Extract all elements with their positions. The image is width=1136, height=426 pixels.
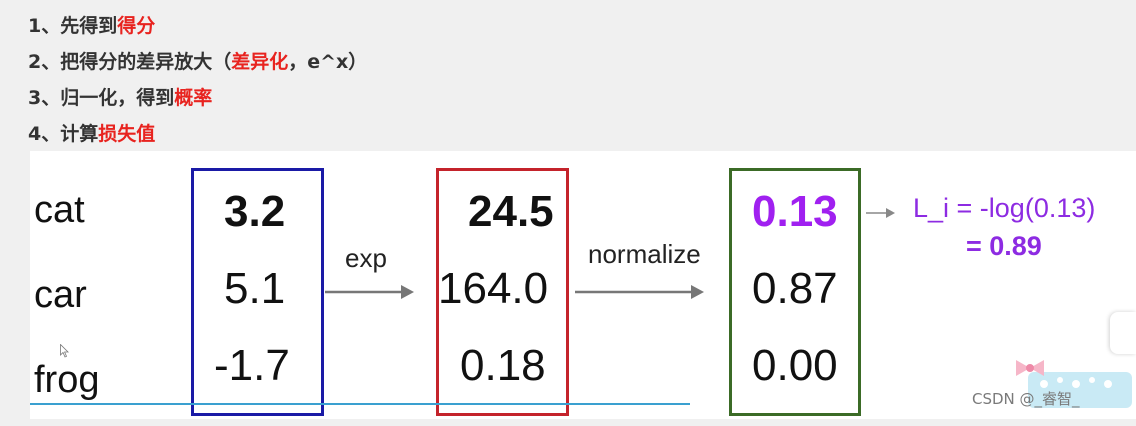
note-text: 2、把得分的差异放大（ — [28, 51, 232, 73]
score-frog: -1.7 — [214, 341, 290, 390]
exp-arrow-icon — [325, 285, 414, 299]
progress-underline — [30, 403, 690, 405]
note-line-3: 3、归一化，得到概率 — [28, 80, 367, 116]
side-panel-tab[interactable] — [1110, 312, 1136, 354]
notes-list: 1、先得到得分 2、把得分的差异放大（差异化，e^x） 3、归一化，得到概率 4… — [28, 8, 367, 152]
note-highlight: 损失值 — [98, 123, 156, 145]
exp-label: exp — [345, 243, 387, 273]
loss-result: = 0.89 — [966, 231, 1042, 261]
note-tail: ，e^x） — [288, 51, 368, 73]
prob-frog: 0.00 — [752, 341, 838, 390]
note-highlight: 得分 — [117, 15, 156, 37]
class-label-car: car — [34, 274, 87, 316]
score-cat: 3.2 — [224, 187, 286, 236]
prob-cat: 0.13 — [752, 187, 838, 236]
exp-cat: 24.5 — [468, 187, 554, 236]
prob-car: 0.87 — [752, 264, 838, 313]
note-text: 1、先得到 — [28, 15, 118, 37]
csdn-watermark: CSDN @_睿智_ — [972, 390, 1080, 408]
class-label-frog: frog — [34, 359, 100, 401]
mouse-cursor-icon — [60, 344, 69, 358]
exp-frog: 0.18 — [460, 341, 546, 390]
note-line-1: 1、先得到得分 — [28, 8, 367, 44]
score-car: 5.1 — [224, 264, 286, 313]
note-line-2: 2、把得分的差异放大（差异化，e^x） — [28, 44, 367, 80]
class-label-cat: cat — [34, 189, 85, 231]
note-highlight: 概率 — [174, 87, 213, 109]
loss-formula: L_i = -log(0.13) — [913, 193, 1096, 223]
note-highlight: 差异化 — [231, 51, 289, 73]
note-line-4: 4、计算损失值 — [28, 116, 367, 152]
normalize-label: normalize — [588, 239, 701, 269]
exp-car: 164.0 — [438, 264, 549, 313]
note-text: 3、归一化，得到 — [28, 87, 175, 109]
normalize-arrow-icon — [575, 285, 704, 299]
softmax-slide: cat car frog 3.2 5.1 -1.7 exp 24.5 164.0… — [30, 151, 1136, 419]
formula-arrow-icon — [866, 208, 895, 218]
note-text: 4、计算 — [28, 123, 99, 145]
